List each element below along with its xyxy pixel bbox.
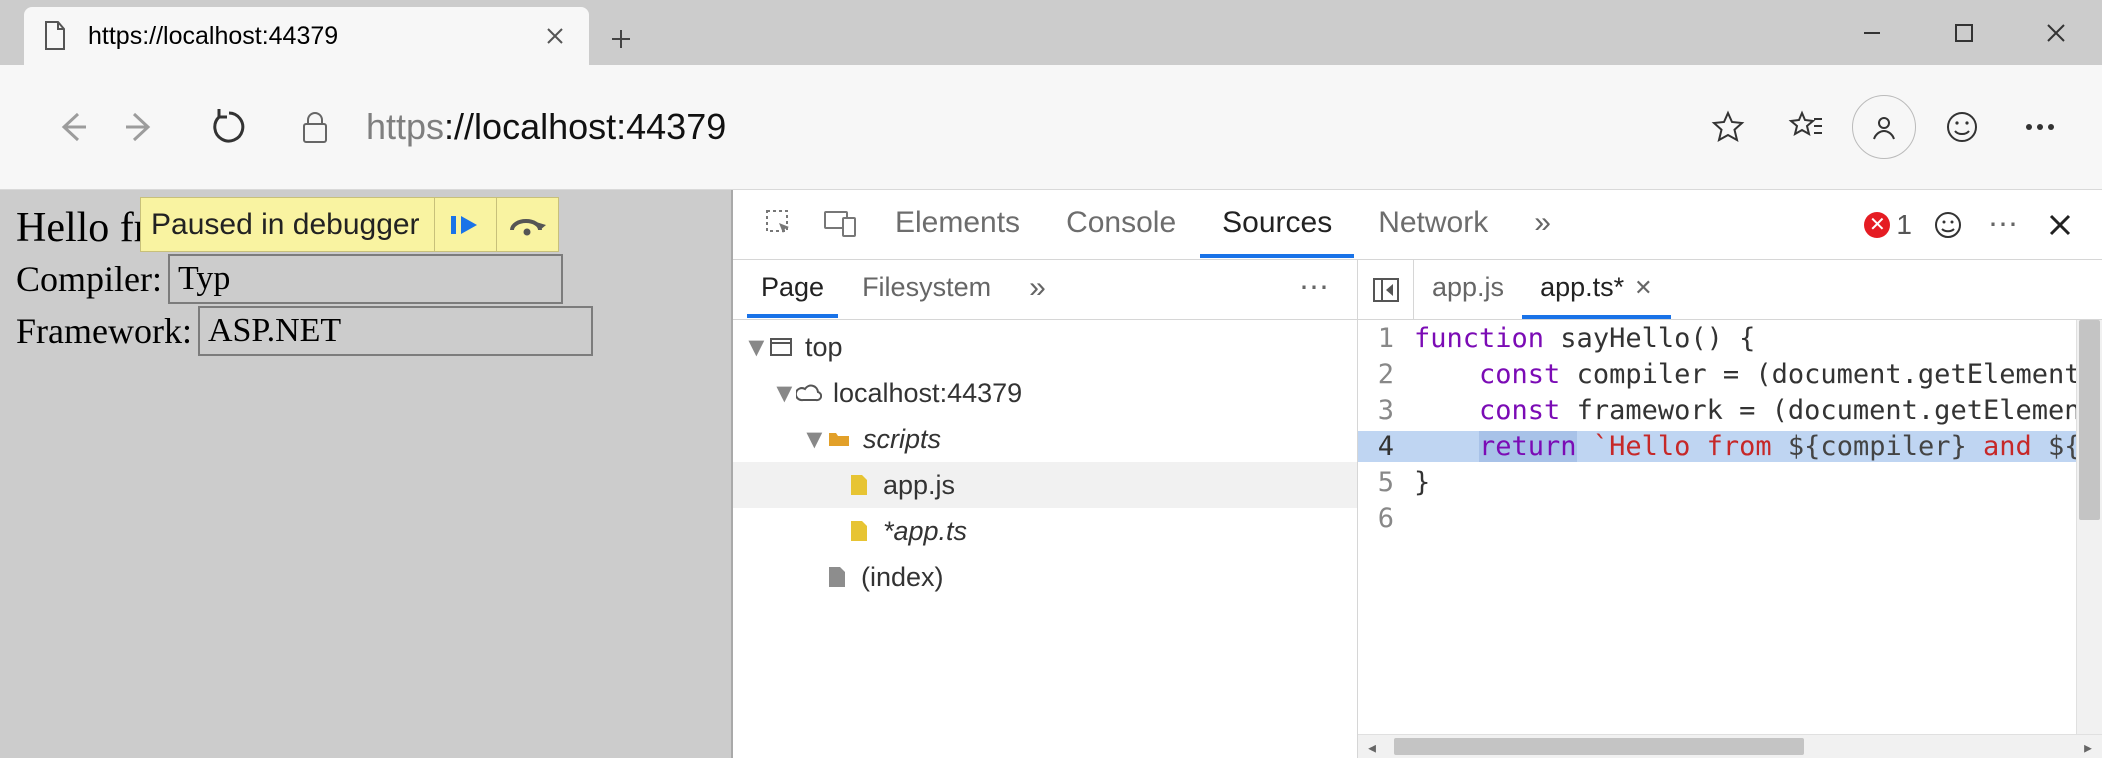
device-toolbar-icon[interactable]	[811, 200, 871, 250]
lock-icon	[292, 104, 338, 150]
horizontal-scrollbar[interactable]: ◂ ▸	[1358, 734, 2102, 758]
gutter-1: 1	[1358, 323, 1406, 354]
tab-network[interactable]: Network	[1356, 192, 1510, 258]
menu-more-icon[interactable]	[2008, 95, 2072, 159]
tree-file-index[interactable]: (index)	[733, 554, 1357, 600]
sources-subtabs-menu-icon[interactable]: ⋯	[1285, 262, 1343, 318]
error-count: 1	[1896, 209, 1912, 241]
folder-icon	[825, 430, 853, 448]
page-viewport: Hello fr Compiler: Framework: Paused in …	[0, 190, 733, 758]
scroll-left-icon[interactable]: ◂	[1358, 735, 1386, 758]
debugger-resume-button[interactable]	[434, 198, 496, 251]
code-editor[interactable]: 1 function sayHello() { 2 const compiler…	[1358, 320, 2102, 758]
profile-icon[interactable]	[1852, 95, 1916, 159]
gutter-5: 5	[1358, 467, 1406, 498]
window-close-button[interactable]	[2010, 3, 2102, 63]
favorite-star-icon[interactable]	[1696, 95, 1760, 159]
error-icon: ✕	[1864, 212, 1890, 238]
sources-subtab-filesystem[interactable]: Filesystem	[848, 262, 1005, 318]
page-icon	[42, 21, 68, 51]
editor-tab-appts[interactable]: app.ts* ✕	[1522, 260, 1671, 319]
gutter-2: 2	[1358, 359, 1406, 390]
favorites-list-icon[interactable]	[1774, 95, 1838, 159]
tree-file-appjs[interactable]: app.js	[733, 462, 1357, 508]
cloud-icon	[795, 384, 823, 402]
file-ts-icon	[845, 520, 873, 542]
devtools-panel: Elements Console Sources Network » ✕ 1 ⋯…	[733, 190, 2102, 758]
window-icon	[767, 338, 795, 356]
toggle-navigator-icon[interactable]	[1358, 260, 1414, 319]
tree-domain[interactable]: ▼ localhost:44379	[733, 370, 1357, 416]
sources-subtab-page[interactable]: Page	[747, 262, 838, 318]
gutter-6: 6	[1358, 503, 1406, 534]
gutter-3: 3	[1358, 395, 1406, 426]
tab-title: https://localhost:44379	[88, 22, 539, 51]
debugger-step-over-button[interactable]	[496, 198, 558, 251]
scrollbar-thumb[interactable]	[1394, 738, 1804, 755]
file-icon	[823, 566, 851, 588]
devtools-close-icon[interactable]	[2034, 213, 2086, 237]
compiler-input[interactable]	[168, 254, 563, 304]
scroll-right-icon[interactable]: ▸	[2074, 735, 2102, 758]
feedback-smiley-icon[interactable]	[1930, 95, 1994, 159]
framework-label: Framework:	[16, 310, 192, 352]
tree-domain-label: localhost:44379	[833, 378, 1022, 409]
url-protocol: https	[366, 106, 444, 148]
devtools-menu-icon[interactable]: ⋯	[1974, 207, 2032, 242]
editor-tab-appjs-label: app.js	[1432, 272, 1504, 303]
tab-console[interactable]: Console	[1044, 192, 1198, 258]
address-bar[interactable]: https://localhost:44379	[262, 104, 1696, 150]
back-button[interactable]	[40, 94, 106, 160]
tabs-more-icon[interactable]: »	[1512, 192, 1573, 258]
vertical-scrollbar[interactable]	[2076, 320, 2102, 734]
tree-file-index-label: (index)	[861, 562, 944, 593]
window-minimize-button[interactable]	[1826, 3, 1918, 63]
forward-button[interactable]	[106, 94, 172, 160]
compiler-label: Compiler:	[16, 258, 162, 300]
window-maximize-button[interactable]	[1918, 3, 2010, 63]
tab-sources[interactable]: Sources	[1200, 192, 1354, 258]
tree-file-appjs-label: app.js	[883, 470, 955, 501]
gutter-4: 4	[1358, 431, 1406, 462]
tree-top[interactable]: ▼ top	[733, 324, 1357, 370]
scrollbar-thumb[interactable]	[2079, 320, 2100, 520]
tree-folder-label: scripts	[863, 424, 941, 455]
framework-input[interactable]	[198, 306, 593, 356]
refresh-button[interactable]	[196, 94, 262, 160]
file-js-icon	[845, 474, 873, 496]
new-tab-button[interactable]	[595, 13, 647, 65]
editor-tab-appts-label: app.ts*	[1540, 272, 1624, 303]
debugger-paused-message: Paused in debugger	[141, 208, 434, 242]
tree-top-label: top	[805, 332, 843, 363]
inspect-element-icon[interactable]	[749, 200, 809, 250]
tab-close-icon[interactable]	[539, 20, 571, 52]
chevron-down-icon: ▼	[771, 378, 793, 409]
editor-tab-appjs[interactable]: app.js	[1414, 260, 1522, 319]
browser-tab[interactable]: https://localhost:44379	[24, 7, 589, 65]
sources-subtabs-more-icon[interactable]: »	[1015, 262, 1060, 318]
tree-file-appts-label: *app.ts	[883, 516, 967, 547]
tree-folder-scripts[interactable]: ▼ scripts	[733, 416, 1357, 462]
tab-elements[interactable]: Elements	[873, 192, 1042, 258]
url-host: ://localhost:44379	[444, 106, 726, 148]
editor-tab-close-icon[interactable]: ✕	[1634, 275, 1652, 301]
debugger-paused-overlay: Paused in debugger	[140, 197, 559, 252]
devtools-feedback-icon[interactable]	[1924, 201, 1972, 249]
error-indicator[interactable]: ✕ 1	[1854, 209, 1922, 241]
chevron-down-icon: ▼	[801, 424, 823, 455]
chevron-down-icon: ▼	[743, 332, 765, 363]
tree-file-appts[interactable]: *app.ts	[733, 508, 1357, 554]
